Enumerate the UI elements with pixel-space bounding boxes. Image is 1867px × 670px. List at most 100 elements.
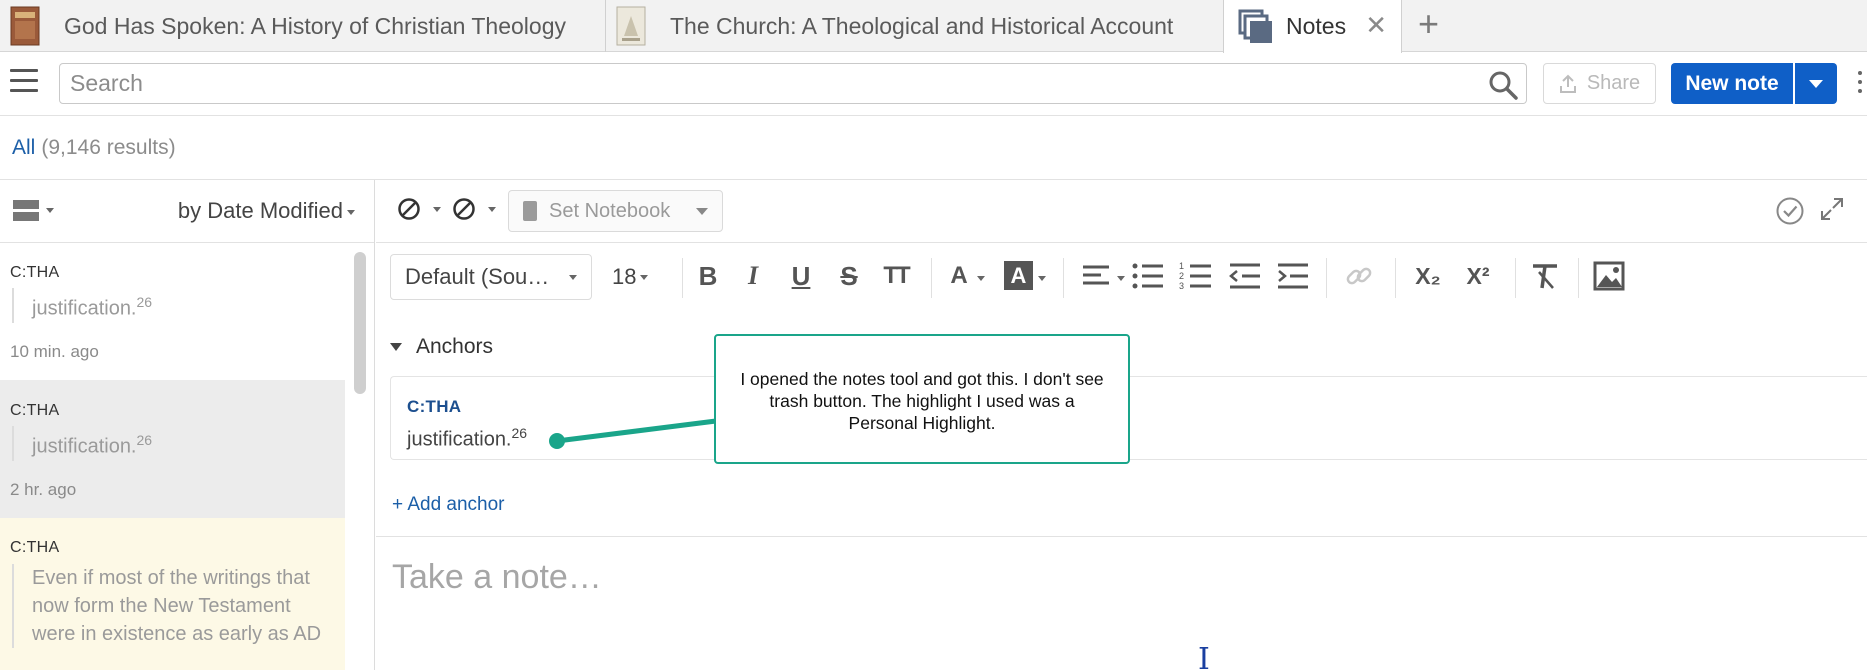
- tab-notes[interactable]: Notes ✕: [1223, 0, 1402, 53]
- expand-icon[interactable]: [1819, 196, 1845, 222]
- tab-the-church[interactable]: The Church: A Theological and Historical…: [606, 0, 1224, 52]
- scrollbar[interactable]: [354, 252, 366, 394]
- note-quote: Even if most of the writings that now fo…: [12, 564, 321, 648]
- no-style-icon[interactable]: [397, 197, 421, 221]
- bullet-list-icon[interactable]: [1131, 256, 1165, 296]
- note-quote: justification.26: [12, 426, 152, 461]
- set-notebook-dropdown[interactable]: Set Notebook: [508, 190, 723, 232]
- search-icon[interactable]: [1488, 70, 1518, 100]
- bold-button[interactable]: B: [688, 256, 728, 296]
- divider: [1515, 258, 1516, 298]
- format-toolbar: Default (Sou… 18 B I U S TT A A 1 2 3 X₂…: [376, 244, 1867, 308]
- hamburger-menu-icon[interactable]: [10, 69, 38, 97]
- notes-list-pane: by Date Modified C:THA justification.26 …: [0, 180, 375, 670]
- chevron-down-icon[interactable]: [488, 207, 496, 212]
- results-summary: All (9,146 results): [12, 136, 176, 160]
- list-toolbar: by Date Modified: [0, 180, 374, 243]
- note-source: C:THA: [10, 264, 60, 281]
- note-body-placeholder[interactable]: Take a note…: [392, 558, 602, 597]
- set-notebook-label: Set Notebook: [549, 199, 671, 222]
- subscript-button[interactable]: X₂: [1406, 256, 1450, 296]
- chevron-down-icon: [347, 209, 355, 215]
- font-size-label: 18: [612, 264, 637, 289]
- strikethrough-button[interactable]: S: [829, 256, 869, 296]
- chevron-down-icon[interactable]: [1038, 276, 1046, 281]
- tab-label: God Has Spoken: A History of Christian T…: [64, 12, 567, 39]
- filter-all-link[interactable]: All: [12, 136, 35, 159]
- note-quote: justification.26: [12, 288, 152, 323]
- note-time: 10 min. ago: [10, 342, 99, 361]
- note-source: C:THA: [10, 539, 60, 556]
- search-input[interactable]: [70, 68, 1470, 98]
- check-circle-icon[interactable]: [1775, 196, 1805, 226]
- chevron-down-icon: [1809, 79, 1823, 88]
- divider: [1395, 258, 1396, 298]
- new-note-dropdown-button[interactable]: [1795, 63, 1837, 104]
- caret-down-icon: [390, 343, 402, 351]
- notes-stack-icon: [1238, 9, 1272, 43]
- sort-dropdown[interactable]: by Date Modified: [178, 198, 355, 224]
- link-icon[interactable]: [1343, 256, 1377, 296]
- font-color-button[interactable]: A: [944, 256, 974, 296]
- list-item[interactable]: C:THA justification.26 2 hr. ago: [0, 380, 345, 518]
- add-anchor-link[interactable]: + Add anchor: [392, 494, 505, 516]
- list-item[interactable]: C:THA Even if most of the writings that …: [0, 518, 345, 670]
- list-item[interactable]: C:THA justification.26 10 min. ago: [0, 244, 345, 382]
- tab-label: Notes: [1286, 13, 1347, 39]
- note-time: 2 hr. ago: [10, 480, 77, 499]
- chevron-down-icon: [640, 274, 649, 280]
- divider: [682, 258, 683, 298]
- anchors-heading: Anchors: [416, 335, 494, 358]
- underline-button[interactable]: U: [781, 256, 821, 296]
- note-source: C:THA: [10, 402, 60, 419]
- superscript-button[interactable]: X²: [1456, 256, 1500, 296]
- numbered-list-icon[interactable]: 1 2 3: [1179, 256, 1213, 296]
- anchor-source[interactable]: C:THA: [407, 397, 461, 417]
- font-size-dropdown[interactable]: 18: [612, 254, 649, 300]
- no-color-icon[interactable]: [452, 197, 476, 221]
- divider: [1326, 258, 1327, 298]
- insert-image-icon[interactable]: [1592, 256, 1626, 296]
- annotation-callout: I opened the notes tool and got this. I …: [714, 334, 1130, 464]
- svg-text:2: 2: [1179, 271, 1184, 281]
- tab-label: The Church: A Theological and Historical…: [670, 12, 1174, 39]
- divider: [1578, 258, 1579, 298]
- book-cover-icon: [10, 6, 40, 46]
- anchor-quote: justification.26: [407, 425, 528, 451]
- align-icon[interactable]: [1081, 256, 1113, 296]
- anchors-section-toggle[interactable]: Anchors: [390, 335, 493, 359]
- chevron-down-icon[interactable]: [46, 208, 54, 213]
- chevron-down-icon[interactable]: [433, 207, 441, 212]
- divider: [931, 258, 932, 298]
- share-button[interactable]: Share: [1543, 63, 1656, 104]
- italic-button[interactable]: I: [733, 256, 773, 296]
- clear-formatting-icon[interactable]: [1529, 256, 1561, 296]
- chevron-down-icon[interactable]: [977, 276, 985, 281]
- main-toolbar: Share New note: [0, 53, 1867, 116]
- callout-text: I opened the notes tool and got this. I …: [740, 369, 1104, 433]
- close-icon[interactable]: ✕: [1365, 12, 1387, 38]
- tab-god-has-spoken[interactable]: God Has Spoken: A History of Christian T…: [0, 0, 606, 52]
- highlight-color-button[interactable]: A: [1004, 261, 1033, 290]
- font-family-dropdown[interactable]: Default (Sou…: [390, 254, 592, 300]
- divider: [376, 536, 1867, 537]
- new-note-button[interactable]: New note: [1671, 63, 1793, 104]
- upload-icon: [1559, 74, 1576, 93]
- font-family-label: Default (Sou…: [405, 264, 550, 289]
- share-label: Share: [1586, 72, 1641, 94]
- indent-icon[interactable]: [1276, 256, 1310, 296]
- more-options-icon[interactable]: [1858, 71, 1864, 99]
- chevron-down-icon: [569, 275, 577, 280]
- outdent-icon[interactable]: [1228, 256, 1262, 296]
- text-size-button[interactable]: TT: [874, 256, 918, 296]
- svg-text:1: 1: [1179, 261, 1184, 271]
- divider: [1063, 258, 1064, 298]
- add-tab-icon[interactable]: +: [1418, 4, 1439, 44]
- results-count: (9,146 results): [41, 136, 176, 159]
- search-box: [59, 63, 1527, 104]
- text-cursor-icon: I: [1198, 642, 1210, 670]
- view-mode-icon[interactable]: [13, 200, 39, 222]
- book-cover-icon: [616, 6, 646, 46]
- chevron-down-icon[interactable]: [1117, 276, 1125, 281]
- chevron-down-icon: [696, 208, 708, 215]
